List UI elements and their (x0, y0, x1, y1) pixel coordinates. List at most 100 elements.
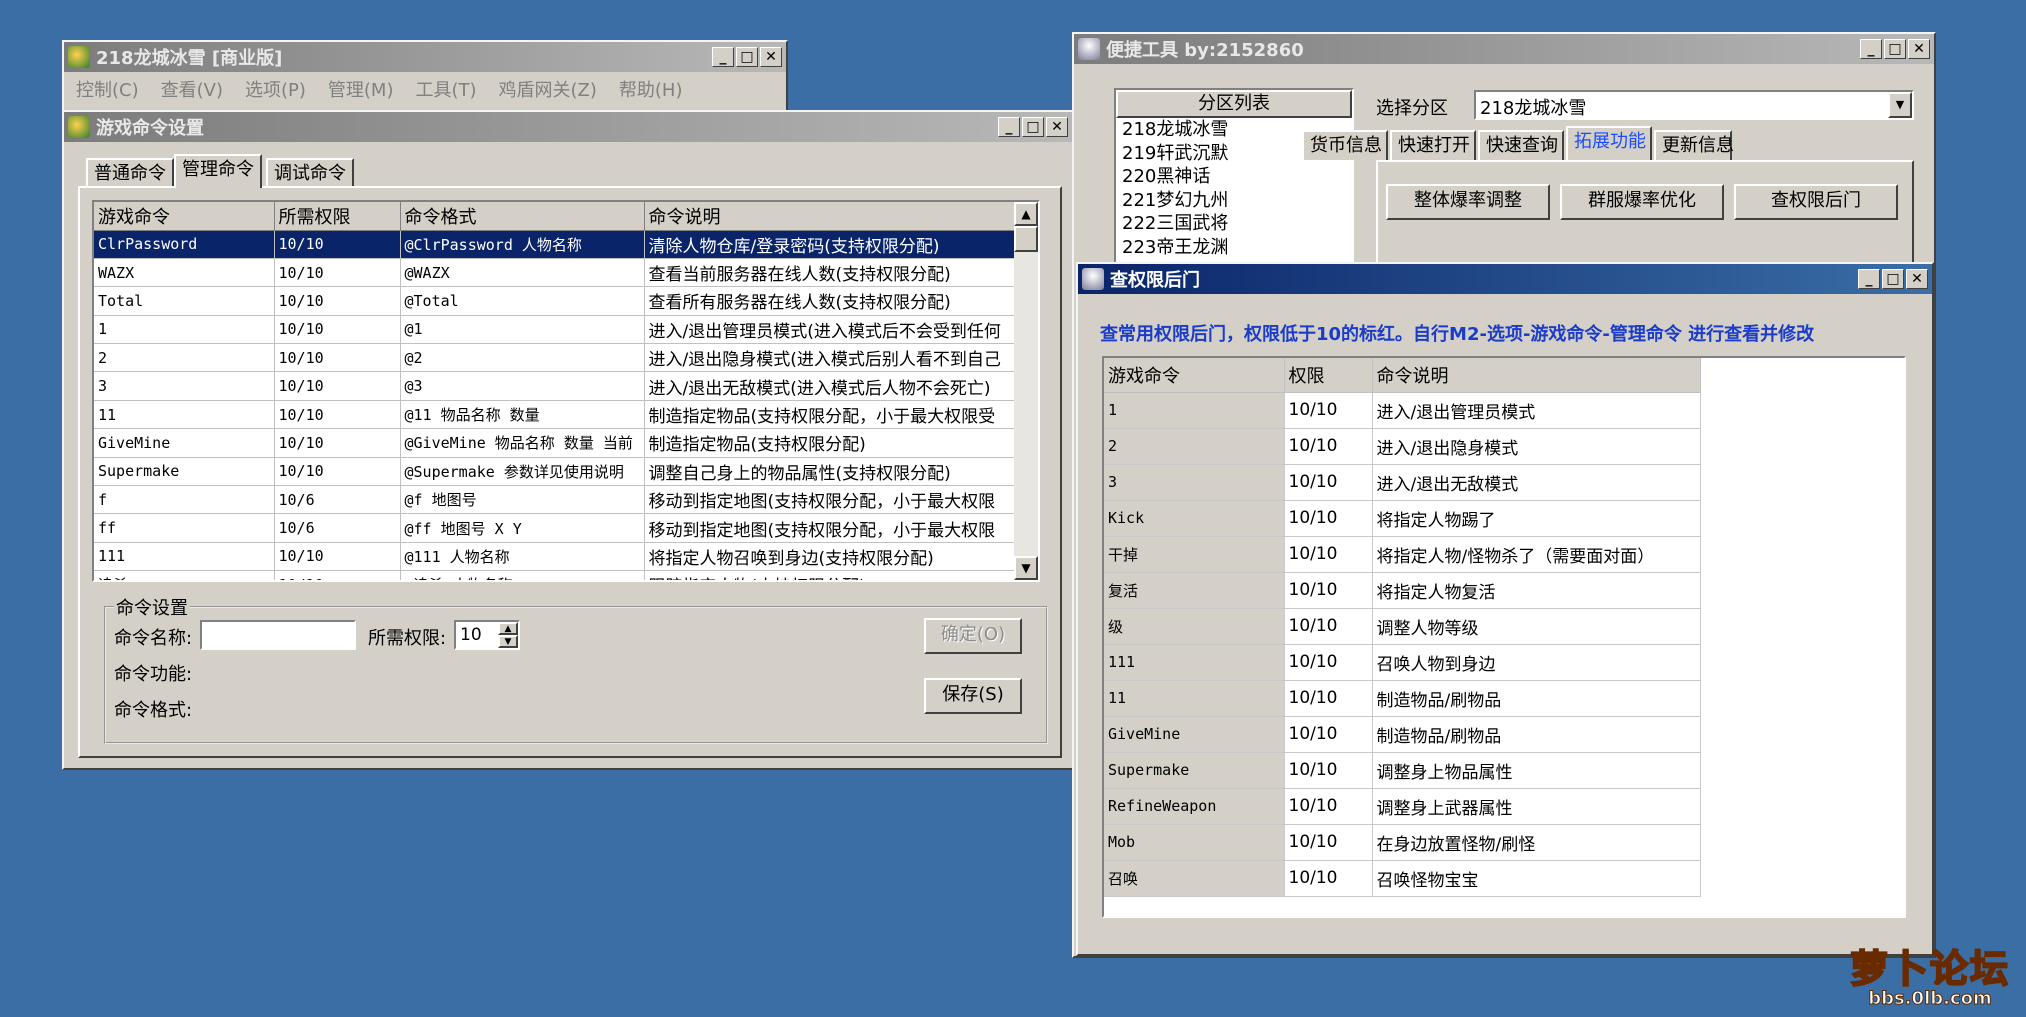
col-permission[interactable]: 权限 (1284, 358, 1373, 393)
table-row[interactable]: Mob 10/10 在身边放置怪物/刷怪 (1104, 824, 1701, 861)
table-row[interactable]: GiveMine 10/10 制造物品/刷物品 (1104, 716, 1701, 753)
tools-tab[interactable]: 快速打开 (1390, 130, 1476, 160)
scroll-thumb[interactable] (1014, 226, 1038, 252)
scroll-down-button[interactable]: ▼ (1014, 556, 1038, 580)
close-button[interactable]: ✕ (1908, 39, 1930, 59)
close-button[interactable]: ✕ (1046, 117, 1068, 137)
table-row[interactable]: 3 10/10 进入/退出无敌模式 (1104, 464, 1701, 501)
table-row[interactable]: f 10/6 @f 地图号 移动到指定地图(支持权限分配，小于最大权限 (94, 485, 1015, 515)
watermark-domain: bbs.0lb.com (1868, 988, 1993, 1009)
tools-tab[interactable]: 更新信息 (1654, 130, 1734, 160)
cell-command: GiveMine (94, 428, 275, 458)
cell-description: 将指定人物复活 (1372, 572, 1701, 609)
partition-list-item[interactable]: 222三国武将 (1116, 212, 1352, 236)
dropdown-arrow-icon[interactable]: ▼ (1888, 92, 1912, 118)
menu-item[interactable]: 选项(P) (245, 76, 306, 102)
table-row[interactable]: Kick 10/10 将指定人物踢了 (1104, 500, 1701, 537)
col-command-format[interactable]: 命令格式 (400, 202, 645, 231)
command-window-titlebar[interactable]: 游戏命令设置 _ □ ✕ (64, 112, 1072, 142)
menu-item[interactable]: 管理(M) (328, 76, 394, 102)
table-row[interactable]: 级 10/10 调整人物等级 (1104, 608, 1701, 645)
minimize-button[interactable]: _ (1860, 39, 1882, 59)
confirm-button[interactable]: 确定(O) (924, 618, 1022, 654)
col-required-permission[interactable]: 所需权限 (274, 202, 401, 231)
maximize-button[interactable]: □ (1882, 269, 1904, 289)
check-permission-backdoor-button[interactable]: 查权限后门 (1734, 184, 1898, 220)
tools-tab[interactable]: 快速查询 (1478, 130, 1564, 160)
tab-normal-commands[interactable]: 普通命令 (86, 158, 174, 188)
tools-tab[interactable]: 货币信息 (1302, 130, 1388, 160)
permission-window-title: 查权限后门 (1110, 270, 1200, 291)
menu-item[interactable]: 查看(V) (161, 76, 223, 102)
partition-list-item[interactable]: 223帝王龙渊 (1116, 236, 1352, 260)
group-title: 命令设置 (116, 598, 188, 619)
tab-admin-commands[interactable]: 管理命令 (174, 154, 262, 188)
table-row[interactable]: 11 10/10 制造物品/刷物品 (1104, 680, 1701, 717)
watermark-logo: 萝卜论坛 bbs.0lb.com (1849, 948, 2010, 1009)
maximize-button[interactable]: □ (1022, 117, 1044, 137)
table-row[interactable]: 召唤 10/10 召唤怪物宝宝 (1104, 860, 1701, 897)
command-settings-window: 游戏命令设置 _ □ ✕ 普通命令 管理命令 调试命令 游戏命令 所需权限 命令… (62, 110, 1074, 770)
spin-down-icon[interactable]: ▼ (498, 635, 518, 648)
main-window-titlebar[interactable]: 218龙城冰雪 [商业版] _ □ ✕ (64, 42, 786, 72)
cell-format: @2 (400, 343, 645, 373)
table-row[interactable]: 111 10/10 召唤人物到身边 (1104, 644, 1701, 681)
cell-permission: 10/6 (274, 513, 401, 543)
table-row[interactable]: 2 10/10 @2 进入/退出隐身模式(进入模式后别人看不到自己 (94, 343, 1015, 373)
col-game-command[interactable]: 游戏命令 (1104, 358, 1285, 393)
table-row[interactable]: Supermake 10/10 调整身上物品属性 (1104, 752, 1701, 789)
table-row[interactable]: RefineWeapon 10/10 调整身上武器属性 (1104, 788, 1701, 825)
partition-list[interactable]: 分区列表 218龙城冰雪 219轩武沉默 220黑神话 221梦幻九州 222三国武将 2… (1114, 88, 1354, 288)
cell-command: 1 (1104, 392, 1285, 429)
save-button[interactable]: 保存(S) (924, 678, 1022, 714)
col-game-command[interactable]: 游戏命令 (94, 202, 275, 231)
vertical-scrollbar[interactable]: ▲ ▼ (1014, 202, 1038, 580)
permission-window-titlebar[interactable]: 查权限后门 _ □ ✕ (1078, 264, 1932, 294)
close-button[interactable]: ✕ (760, 47, 782, 67)
menu-item[interactable]: 鸡盾网关(Z) (499, 76, 597, 102)
overall-drop-rate-button[interactable]: 整体爆率调整 (1386, 184, 1550, 220)
permission-label: 所需权限: (368, 628, 447, 649)
menu-item[interactable]: 帮助(H) (619, 76, 683, 102)
col-command-description[interactable]: 命令说明 (1372, 358, 1701, 393)
close-button[interactable]: ✕ (1906, 269, 1928, 289)
cell-description: 进入/退出管理员模式 (1372, 392, 1701, 429)
minimize-button[interactable]: _ (712, 47, 734, 67)
cell-description: 移动到指定地图(支持权限分配，小于最大权限 (644, 485, 1015, 515)
table-row[interactable]: Supermake 10/10 @Supermake 参数详见使用说明 调整自己身上的… (94, 457, 1015, 487)
table-row[interactable]: Total 10/10 @Total 查看所有服务器在线人数(支持权限分配) (94, 286, 1015, 316)
tab-debug-commands[interactable]: 调试命令 (266, 158, 354, 188)
table-row[interactable]: ClrPassword 10/10 @ClrPassword 人物名称 清除人物仓库/… (94, 230, 1015, 259)
table-row[interactable]: 干掉 10/10 将指定人物/怪物杀了（需要面对面） (1104, 536, 1701, 573)
cell-description: 制造指定物品(支持权限分配，小于最大权限受 (644, 400, 1015, 430)
maximize-button[interactable]: □ (736, 47, 758, 67)
menu-item[interactable]: 控制(C) (76, 76, 139, 102)
minimize-button[interactable]: _ (1858, 269, 1880, 289)
group-drop-rate-button[interactable]: 群服爆率优化 (1560, 184, 1724, 220)
menu-item[interactable]: 工具(T) (415, 76, 476, 102)
table-row[interactable]: 1 10/10 @1 进入/退出管理员模式(进入模式后不会受到任何 (94, 315, 1015, 345)
table-row[interactable]: 2 10/10 进入/退出隐身模式 (1104, 428, 1701, 465)
command-window-title: 游戏命令设置 (96, 118, 204, 139)
tools-tab[interactable]: 拓展功能 (1566, 126, 1652, 160)
table-row[interactable]: ff 10/6 @ff 地图号 X Y 移动到指定地图(支持权限分配，小于最大权限 (94, 513, 1015, 543)
maximize-button[interactable]: □ (1884, 39, 1906, 59)
partition-list-item[interactable]: 220黑神话 (1116, 165, 1352, 189)
minimize-button[interactable]: _ (998, 117, 1020, 137)
scroll-up-button[interactable]: ▲ (1014, 202, 1038, 226)
partition-select[interactable]: 218龙城冰雪 ▼ (1474, 90, 1914, 120)
table-row[interactable]: 复活 10/10 将指定人物复活 (1104, 572, 1701, 609)
table-row[interactable]: 1 10/10 进入/退出管理员模式 (1104, 392, 1701, 429)
permission-spinner[interactable]: 10 ▲ ▼ (454, 620, 520, 650)
partition-list-item[interactable]: 221梦幻九州 (1116, 189, 1352, 213)
table-row[interactable]: 111 10/10 @111 人物名称 将指定人物召唤到身边(支持权限分配) (94, 542, 1015, 572)
command-name-input[interactable] (200, 620, 356, 650)
col-command-description[interactable]: 命令说明 (644, 202, 1015, 231)
table-row[interactable]: 3 10/10 @3 进入/退出无敌模式(进入模式后人物不会死亡) (94, 371, 1015, 401)
tools-window-titlebar[interactable]: 便捷工具 by:2152860 _ □ ✕ (1074, 34, 1934, 64)
table-row[interactable]: 追杀10/10@追杀 人物名称跟踪指定人物(支持权限分配) (94, 570, 1015, 580)
spin-up-icon[interactable]: ▲ (498, 622, 518, 635)
table-row[interactable]: 11 10/10 @11 物品名称 数量 制造指定物品(支持权限分配，小于最大权限受 (94, 400, 1015, 430)
table-row[interactable]: GiveMine 10/10 @GiveMine 物品名称 数量 当前 制造指定物品(… (94, 428, 1015, 458)
table-row[interactable]: WAZX 10/10 @WAZX 查看当前服务器在线人数(支持权限分配) (94, 258, 1015, 288)
